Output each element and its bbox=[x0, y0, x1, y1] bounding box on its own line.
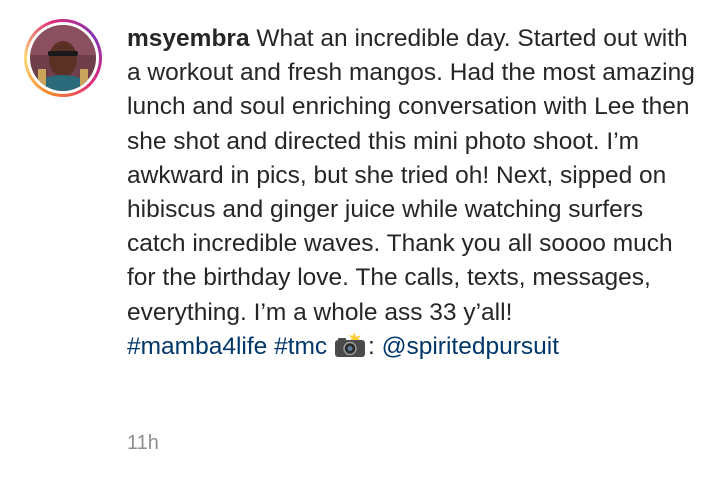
avatar-story-ring[interactable] bbox=[24, 19, 102, 97]
comment-text: What an incredible day. Started out with… bbox=[127, 25, 695, 326]
avatar-frame bbox=[27, 22, 99, 94]
mention-separator: : bbox=[367, 332, 375, 360]
comment: msyembra What an incredible day. Started… bbox=[0, 0, 720, 487]
hashtag-mamba4life[interactable]: #mamba4life bbox=[127, 333, 267, 360]
camera-with-flash-icon bbox=[334, 331, 365, 357]
mention-spiritedpursuit[interactable]: @spiritedpursuit bbox=[382, 333, 559, 360]
comment-body: msyembra What an incredible day. Started… bbox=[127, 22, 702, 364]
username[interactable]: msyembra bbox=[127, 25, 250, 52]
avatar bbox=[30, 25, 96, 91]
hashtag-tmc[interactable]: #tmc bbox=[274, 333, 327, 360]
comment-timestamp[interactable]: 11h bbox=[127, 432, 159, 455]
